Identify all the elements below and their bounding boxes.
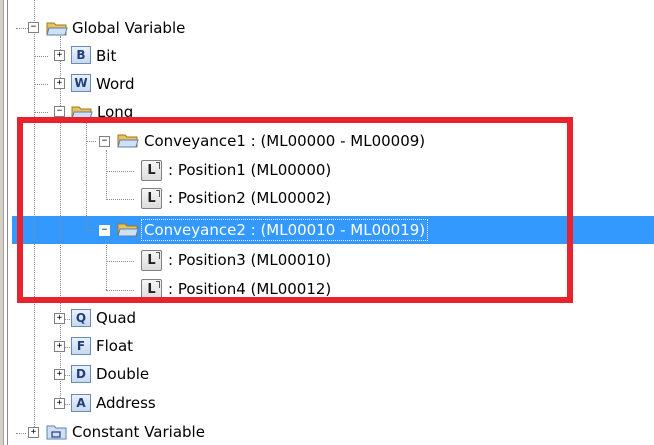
tree-connector [16, 433, 26, 434]
tree-connector [34, 56, 48, 57]
tree-node-label: Double [96, 365, 150, 383]
data-type-icon: B [71, 46, 91, 64]
tree-connector [34, 84, 48, 85]
tree-node-label: Quad [96, 309, 137, 327]
data-type-icon: W [71, 74, 91, 92]
expand-icon[interactable]: + [54, 50, 65, 61]
tree-connector [34, 112, 48, 113]
tree-node-label: Bit [96, 47, 117, 65]
tree-node-label: Word [96, 75, 135, 93]
folder-open-icon [46, 22, 68, 36]
collapse-icon[interactable]: − [54, 106, 65, 117]
expand-icon[interactable]: + [54, 313, 65, 324]
expand-icon[interactable]: + [54, 398, 65, 409]
tree-node-label: Address [96, 394, 156, 412]
tree-node-label: Constant Variable [72, 423, 205, 441]
tree-node-label: Global Variable [72, 19, 186, 37]
expand-icon[interactable]: + [28, 427, 39, 438]
expand-icon[interactable]: + [54, 341, 65, 352]
tree-node-label: Float [96, 337, 134, 355]
data-type-icon: Q [71, 309, 91, 327]
collapse-icon[interactable]: − [28, 22, 39, 33]
tree-connector [16, 28, 28, 29]
expand-icon[interactable]: + [54, 78, 65, 89]
annotation-highlight-box [17, 117, 573, 303]
data-type-icon: D [71, 365, 91, 383]
constant-folder-icon [46, 425, 67, 440]
data-type-icon: F [71, 337, 91, 355]
expand-icon[interactable]: + [54, 369, 65, 380]
variable-tree: − Global Variable + B Bit + W Word − Lon… [0, 0, 654, 445]
data-type-icon: A [71, 394, 91, 412]
